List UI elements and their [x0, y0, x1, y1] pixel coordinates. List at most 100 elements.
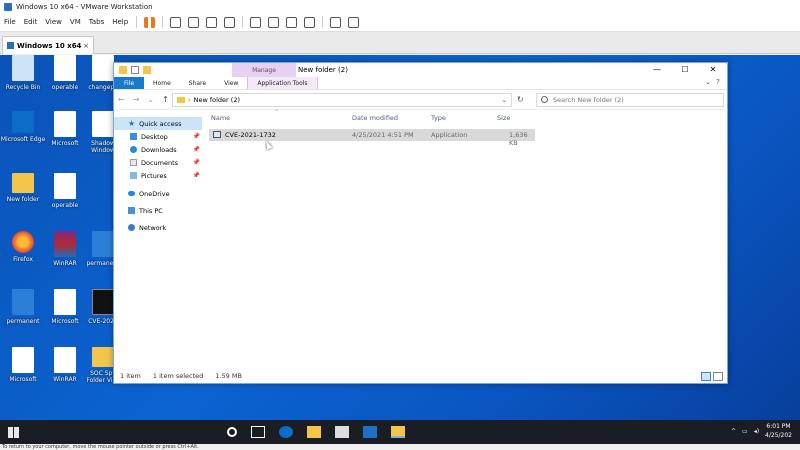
chevron-right-icon[interactable]: ›	[188, 96, 191, 104]
file-icon	[54, 173, 76, 199]
vm-tab-icon	[7, 42, 14, 49]
volume-icon[interactable]: ◂)	[754, 428, 759, 435]
nav-item-documents[interactable]: Documents 📌	[114, 156, 202, 169]
chevron-down-icon[interactable]: ⌄	[502, 96, 507, 104]
revert-snapshot-icon[interactable]	[206, 16, 218, 28]
tab-share[interactable]: Share	[180, 77, 215, 89]
store-icon[interactable]	[335, 426, 349, 438]
tab-file[interactable]: File	[114, 77, 145, 89]
help-icon[interactable]: ?	[713, 78, 723, 86]
refresh-icon[interactable]: ↻	[517, 95, 524, 104]
details-view-icon[interactable]	[701, 371, 711, 381]
large-icons-view-icon[interactable]	[713, 371, 723, 381]
shortcut-icon	[12, 289, 34, 315]
pin-icon: 📌	[192, 172, 200, 179]
full-screen-icon[interactable]	[286, 16, 298, 28]
breadcrumb[interactable]: New folder (2)	[194, 96, 240, 104]
nav-item-onedrive[interactable]: OneDrive	[114, 187, 202, 200]
nav-item-downloads[interactable]: Downloads 📌	[114, 143, 202, 156]
star-icon: ★	[128, 119, 136, 128]
desktop-icon[interactable]: Microsoft Edge	[0, 111, 46, 143]
system-tray: ^ ▭ ◂) 6:01 PM 4/25/202	[731, 422, 796, 440]
minimize-icon[interactable]: —	[643, 63, 671, 77]
table-row[interactable]: CVE-2021-1732 4/25/2021 4:51 PM Applicat…	[209, 129, 535, 147]
snapshot-manager-icon[interactable]	[224, 16, 236, 28]
menu-tabs[interactable]: Tabs	[89, 18, 105, 26]
menu-view[interactable]: View	[45, 18, 62, 26]
tab-view[interactable]: View	[215, 77, 247, 89]
desktop-icon[interactable]: Recycle Bin	[0, 55, 46, 91]
network-icon	[128, 224, 135, 231]
file-explorer-window: Manage New folder (2) — ☐ ✕ File Home Sh…	[113, 62, 728, 384]
send-ctrl-alt-del-icon[interactable]	[170, 16, 182, 28]
library-view-icon[interactable]	[250, 16, 262, 28]
desktop-icon[interactable]: operable	[42, 173, 88, 209]
column-headers: Name ^ Date modified Type Size	[206, 109, 726, 125]
sort-ascending-icon: ^	[274, 109, 280, 116]
properties-icon[interactable]	[131, 66, 139, 74]
pause-vm-icon[interactable]	[144, 16, 156, 28]
back-icon[interactable]: ←	[118, 95, 125, 104]
desktop-icon[interactable]: New folder	[0, 173, 46, 203]
file-explorer-icon[interactable]	[307, 426, 321, 438]
vmware-status-hint: To return to your computer, move the mou…	[0, 444, 800, 450]
new-folder-icon[interactable]	[143, 66, 151, 74]
toolbar-separator	[242, 16, 244, 28]
vm-tab-windows10[interactable]: Windows 10 x64 ×	[2, 36, 94, 54]
start-icon[interactable]	[8, 426, 19, 438]
manage-context-label: Manage	[232, 63, 296, 77]
window-controls: — ☐ ✕	[643, 63, 727, 77]
column-size[interactable]: Size	[497, 114, 510, 122]
tab-application-tools[interactable]: Application Tools	[247, 77, 318, 89]
thumbnail-view-icon[interactable]	[268, 16, 280, 28]
recent-locations-icon[interactable]: ⌄	[147, 95, 154, 104]
nav-item-quick-access[interactable]: ★ Quick access	[114, 117, 202, 130]
menu-vm[interactable]: VM	[70, 18, 81, 26]
tab-home[interactable]: Home	[144, 77, 180, 89]
task-view-icon[interactable]	[251, 426, 265, 438]
close-icon[interactable]: ✕	[699, 63, 727, 77]
file-icon	[12, 347, 34, 373]
explorer-window-title: New folder (2)	[298, 66, 348, 74]
desktop-icon[interactable]: permanent	[0, 289, 46, 325]
unity-icon[interactable]	[304, 16, 316, 28]
nav-item-pictures[interactable]: Pictures 📌	[114, 169, 202, 182]
pictures-icon	[130, 172, 137, 179]
active-explorer-icon[interactable]	[391, 426, 405, 438]
menu-edit[interactable]: Edit	[24, 18, 38, 26]
column-date-modified[interactable]: Date modified	[352, 114, 398, 122]
menu-file[interactable]: File	[4, 18, 16, 26]
search-input[interactable]: Search New folder (2)	[536, 92, 724, 107]
desktop-icon[interactable]: Microsoft	[0, 347, 46, 383]
file-icon	[54, 289, 76, 315]
clock[interactable]: 6:01 PM 4/25/202	[765, 422, 792, 440]
up-icon[interactable]: ↑	[162, 95, 169, 104]
edge-icon[interactable]	[279, 426, 293, 438]
column-type[interactable]: Type	[431, 114, 446, 122]
address-bar[interactable]: › New folder (2) ⌄	[172, 92, 512, 107]
downloads-icon	[130, 146, 137, 153]
folder-icon	[92, 347, 114, 367]
file-icon	[92, 111, 114, 137]
computer-icon	[128, 207, 135, 214]
menu-help[interactable]: Help	[112, 18, 128, 26]
stretch-guest-icon[interactable]	[348, 16, 360, 28]
close-tab-icon[interactable]: ×	[83, 42, 89, 50]
maximize-icon[interactable]: ☐	[671, 63, 699, 77]
expand-ribbon-icon[interactable]: ⌄	[703, 78, 713, 86]
console-view-icon[interactable]	[330, 16, 342, 28]
snapshot-icon[interactable]	[188, 16, 200, 28]
chevron-up-icon[interactable]: ^	[731, 428, 736, 435]
nav-item-desktop[interactable]: Desktop 📌	[114, 130, 202, 143]
forward-icon[interactable]: →	[133, 95, 140, 104]
network-icon[interactable]: ▭	[742, 428, 748, 435]
column-name[interactable]: Name	[211, 114, 230, 122]
nav-item-network[interactable]: Network	[114, 221, 202, 234]
search-icon[interactable]	[227, 427, 237, 437]
pin-icon: 📌	[192, 159, 200, 166]
toolbar-separator	[136, 16, 138, 28]
quick-access-toolbar	[119, 66, 155, 74]
nav-item-this-pc[interactable]: This PC	[114, 204, 202, 217]
desktop-icon[interactable]: Firefox	[0, 231, 46, 263]
mail-icon[interactable]	[363, 426, 377, 438]
